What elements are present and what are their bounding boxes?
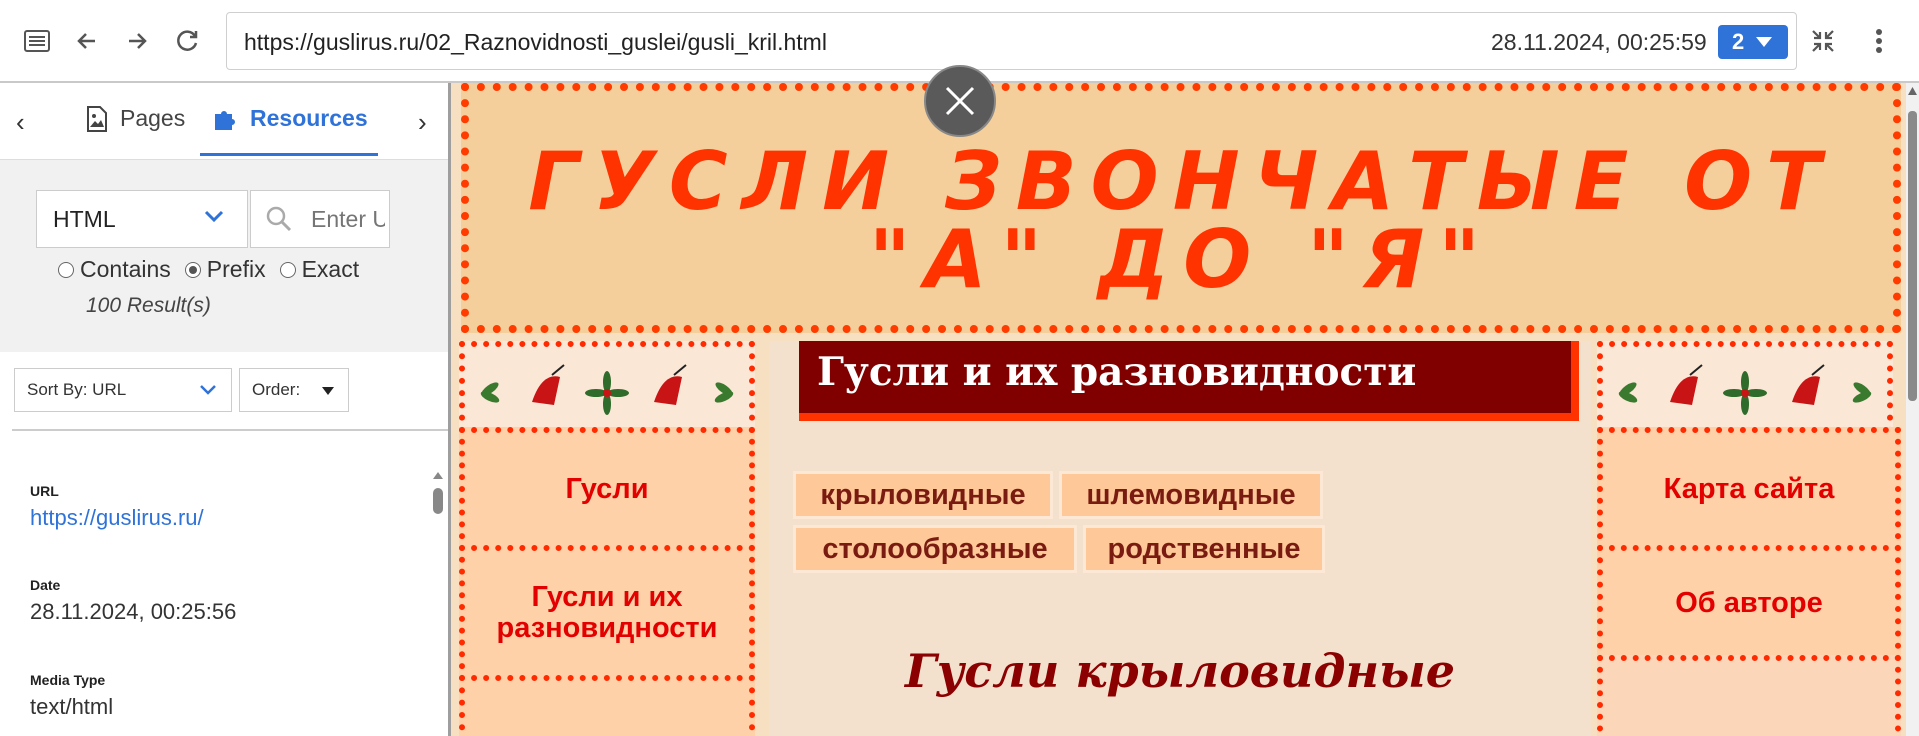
tab-pages[interactable]: Pages	[86, 105, 185, 132]
detail-media-label: Media Type	[30, 672, 106, 688]
search-input[interactable]	[309, 205, 387, 234]
order-select[interactable]: Order:	[239, 368, 349, 412]
chevron-down-icon	[204, 210, 224, 223]
detail-date-value: 28.11.2024, 00:25:56	[30, 599, 237, 624]
divider	[12, 429, 448, 431]
site-title-line2: "А" ДО "Я"	[868, 213, 1495, 306]
tab-pages-label: Pages	[120, 105, 186, 131]
type-select[interactable]: HTML	[36, 190, 248, 248]
left-nav: Гусли Гусли и их разновидности	[459, 341, 755, 736]
close-icon	[945, 86, 975, 116]
site-title: ГУСЛИ ЗВОНЧАТЫЕ ОТ "А" ДО "Я"	[469, 135, 1894, 306]
site-header: ГУСЛИ ЗВОНЧАТЫЕ ОТ "А" ДО "Я"	[461, 83, 1901, 333]
collapse-icon[interactable]	[1808, 26, 1838, 56]
match-mode-group: Contains Prefix Exact	[58, 256, 359, 283]
section-header: Гусли и их разновидности	[799, 341, 1579, 421]
match-exact-radio[interactable]	[279, 261, 296, 278]
search-icon	[266, 206, 292, 232]
site-title-line1: ГУСЛИ ЗВОНЧАТЫЕ ОТ	[528, 135, 1835, 228]
chip-krylovidnye[interactable]: крыловидные	[793, 471, 1053, 519]
match-prefix-radio[interactable]	[184, 261, 201, 278]
more-vert-icon[interactable]	[1864, 26, 1894, 56]
match-contains-radio[interactable]	[58, 261, 74, 278]
document-image-icon	[87, 105, 107, 132]
capture-count: 2	[1732, 29, 1745, 54]
match-exact-option[interactable]: Exact	[279, 256, 360, 283]
nav-link-gusli[interactable]: Гусли	[459, 427, 755, 551]
chip-rodstvennye[interactable]: родственные	[1083, 525, 1325, 573]
match-prefix-option[interactable]: Prefix	[184, 256, 266, 283]
chevron-left-icon[interactable]: ‹	[16, 107, 25, 138]
type-select-value: HTML	[53, 205, 116, 232]
tab-resources-label: Resources	[250, 105, 368, 131]
search-field[interactable]	[250, 190, 390, 248]
resources-sidebar: ‹ Pages Resources › HTML Contains	[0, 83, 451, 736]
section-title: Гусли и их разновидности	[817, 349, 1417, 395]
url-bar[interactable]: https://guslirus.ru/02_Raznovidnosti_gus…	[226, 12, 1797, 70]
puzzle-icon	[215, 110, 235, 130]
main-content: Гусли и их разновидности крыловидные шле…	[769, 341, 1591, 736]
caret-down-icon	[322, 387, 334, 395]
nav-cell-empty	[1597, 655, 1901, 736]
detail-date-label: Date	[30, 577, 61, 593]
chip-stoloobraznye[interactable]: столообразные	[793, 525, 1077, 573]
match-exact-label: Exact	[301, 256, 360, 282]
sidebar-tabs: ‹ Pages Resources ›	[0, 83, 448, 160]
capture-datetime: 28.11.2024, 00:25:59	[1491, 29, 1707, 55]
match-prefix-label: Prefix	[206, 256, 266, 282]
match-contains-label: Contains	[80, 256, 171, 282]
nav-link-about-author[interactable]: Об авторе	[1597, 545, 1901, 661]
forward-arrow-icon[interactable]	[122, 26, 152, 56]
page-subtitle: Гусли крыловидные	[904, 644, 1456, 698]
chevron-down-icon	[200, 385, 216, 395]
sort-by-select[interactable]: Sort By: URL	[14, 368, 232, 412]
right-nav: Карта сайта Об авторе	[1597, 341, 1901, 736]
close-overlay-button[interactable]	[924, 65, 996, 137]
chip-shlemovidnye[interactable]: шлемовидные	[1059, 471, 1323, 519]
results-count: 100 Result(s)	[86, 294, 211, 317]
decorative-ornament-right	[1597, 341, 1893, 433]
decorative-ornament	[459, 341, 755, 433]
back-arrow-icon[interactable]	[72, 26, 102, 56]
archived-page-view: ГУСЛИ ЗВОНЧАТЫЕ ОТ "А" ДО "Я" Гусли Гусл…	[451, 83, 1906, 736]
detail-date: Date 28.11.2024, 00:25:56	[30, 577, 236, 625]
active-tab-indicator	[200, 153, 378, 156]
detail-url-link[interactable]: https://guslirus.ru/	[30, 505, 204, 531]
tab-resources[interactable]: Resources	[212, 105, 368, 132]
reload-icon[interactable]	[172, 26, 202, 56]
nav-link-empty[interactable]	[459, 675, 755, 736]
detail-media-value: text/html	[30, 694, 114, 719]
nav-link-sitemap[interactable]: Карта сайта	[1597, 427, 1901, 551]
sort-by-label: Sort By: URL	[27, 380, 127, 399]
filter-panel: HTML Contains Prefix Exact 100 Result(s)	[0, 160, 448, 352]
sidebar-scrollbar[interactable]	[432, 468, 444, 736]
detail-url-label: URL	[30, 483, 59, 499]
url-text[interactable]: https://guslirus.ru/02_Raznovidnosti_gus…	[244, 29, 827, 56]
match-contains-option[interactable]: Contains	[58, 256, 171, 283]
folk-ornament-icon	[480, 364, 734, 415]
caret-down-icon	[1756, 37, 1773, 47]
capture-count-dropdown[interactable]: 2	[1718, 25, 1788, 59]
folk-ornament-icon	[1618, 364, 1872, 415]
detail-media-type: Media Type text/html	[30, 672, 113, 720]
sidebar-toggle-icon[interactable]	[22, 26, 52, 56]
order-label: Order:	[252, 380, 301, 399]
chevron-right-icon[interactable]: ›	[418, 107, 427, 138]
nav-link-gusli-types[interactable]: Гусли и их разновидности	[459, 545, 755, 681]
page-scrollbar[interactable]	[1906, 83, 1919, 736]
detail-url: URL https://guslirus.ru/	[30, 483, 204, 531]
